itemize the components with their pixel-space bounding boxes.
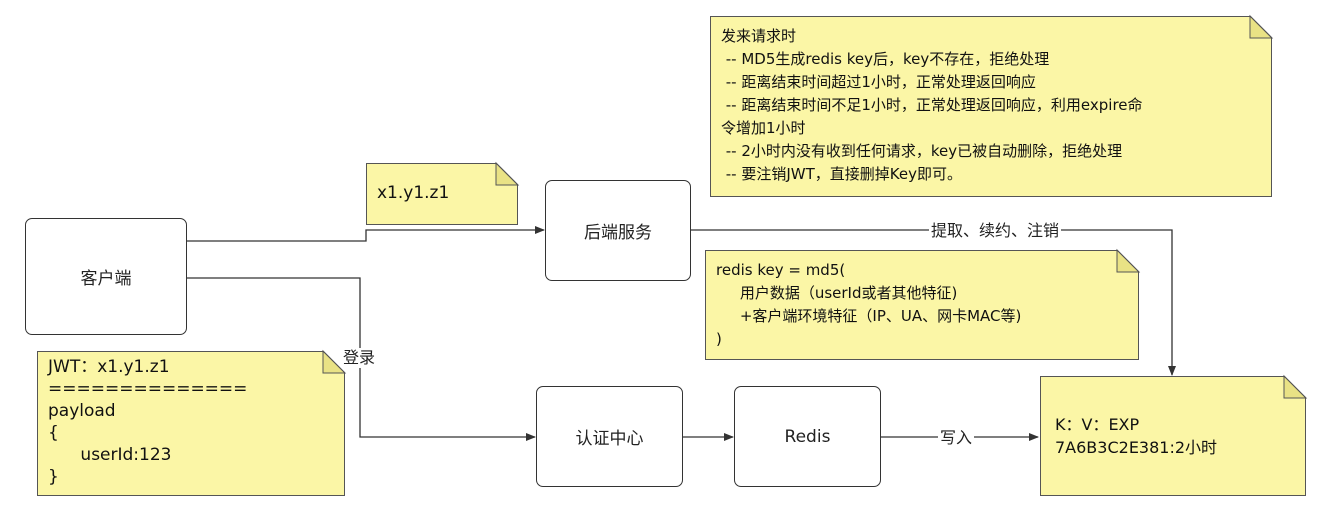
note-jwt-line-1: ============== <box>48 379 248 399</box>
note-request-rules: 发来请求时 -- MD5生成redis key后，key不存在，拒绝处理 -- … <box>710 16 1272 197</box>
note-jwt-line-0: JWT：x1.y1.z1 <box>48 357 170 377</box>
note-redis-key: redis key = md5( 用户数据（userId或者其他特征) +客户端… <box>705 250 1139 360</box>
note-kv-line-0: K：V：EXP <box>1055 415 1140 434</box>
node-auth-label: 认证中心 <box>575 429 644 449</box>
note-rediskey-line-2: +客户端环境特征（IP、UA、网卡MAC等) <box>716 307 1022 325</box>
note-rules-line-0: 发来请求时 <box>721 27 797 45</box>
node-client-label: 客户端 <box>80 269 132 289</box>
note-kv-exp: K：V：EXP 7A6B3C2E381:2小时 <box>1040 376 1306 496</box>
node-auth-center[interactable]: 认证中心 <box>536 386 683 487</box>
note-kv-line-1: 7A6B3C2E381:2小时 <box>1055 438 1218 457</box>
note-jwt-line-5: } <box>48 467 59 487</box>
note-rules-line-6: -- 要注销JWT，直接删掉Key即可。 <box>721 165 962 183</box>
edge-label-write: 写入 <box>938 428 975 448</box>
edge-label-login: 登录 <box>341 348 378 368</box>
node-backend-service[interactable]: 后端服务 <box>545 180 691 281</box>
note-rediskey-line-0: redis key = md5( <box>716 261 846 279</box>
node-backend-label: 后端服务 <box>584 223 652 243</box>
note-rediskey-line-1: 用户数据（userId或者其他特征) <box>716 284 958 302</box>
node-redis-label: Redis <box>784 426 831 447</box>
diagram-canvas: 客户端 后端服务 认证中心 Redis 登录 写入 提取、续约、注销 x1.y1… <box>0 0 1319 517</box>
node-client[interactable]: 客户端 <box>25 218 187 335</box>
note-rules-line-5: -- 2小时内没有收到任何请求，key已被自动删除，拒绝处理 <box>721 142 1123 160</box>
note-jwt-line-3: { <box>48 423 59 443</box>
note-rules-line-1: -- MD5生成redis key后，key不存在，拒绝处理 <box>721 50 1050 68</box>
note-rediskey-line-3: ) <box>716 330 722 348</box>
edge-label-fetch: 提取、续约、注销 <box>929 221 1062 241</box>
note-token-line: x1.y1.z1 <box>377 183 450 203</box>
note-token: x1.y1.z1 <box>366 163 518 225</box>
note-rules-line-4: 令增加1小时 <box>721 119 806 137</box>
note-jwt-line-4: userId:123 <box>48 445 172 465</box>
note-jwt-line-2: payload <box>48 401 116 421</box>
note-rules-line-2: -- 距离结束时间超过1小时，正常处理返回响应 <box>721 73 1036 91</box>
note-rules-line-3: -- 距离结束时间不足1小时，正常处理返回响应，利用expire命 <box>721 96 1143 114</box>
note-jwt-payload: JWT：x1.y1.z1 ============== payload { us… <box>37 351 345 496</box>
edge-client-backend <box>187 226 545 242</box>
node-redis[interactable]: Redis <box>734 386 881 487</box>
